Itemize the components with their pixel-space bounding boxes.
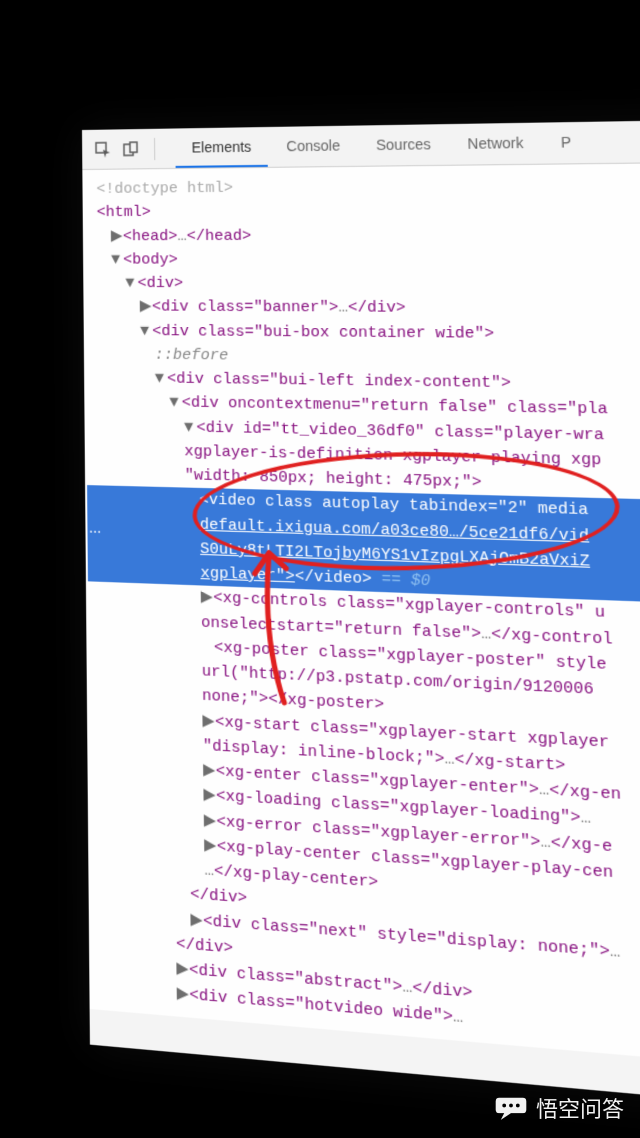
watermark-text: 悟空问答: [536, 1092, 624, 1124]
dom-node[interactable]: ▼<div>: [87, 272, 640, 298]
devtools-tabs: Elements Console Sources Network P: [175, 122, 589, 167]
tab-console[interactable]: Console: [270, 126, 358, 166]
collapse-arrow-icon[interactable]: ▼: [125, 272, 137, 296]
expand-arrow-icon[interactable]: ▶: [140, 295, 152, 319]
watermark: 悟空问答: [494, 1092, 624, 1124]
collapse-arrow-icon[interactable]: ▼: [140, 319, 152, 343]
collapse-arrow-icon[interactable]: ▼: [155, 367, 168, 391]
tab-network[interactable]: Network: [450, 123, 542, 164]
expand-arrow-icon[interactable]: ▶: [203, 783, 216, 809]
expand-arrow-icon[interactable]: ▶: [204, 808, 217, 834]
expand-arrow-icon[interactable]: ▶: [177, 982, 190, 1008]
collapse-arrow-icon[interactable]: ▼: [184, 415, 197, 439]
dom-node[interactable]: <!doctype html>: [86, 170, 640, 201]
tab-elements[interactable]: Elements: [175, 128, 268, 168]
tab-sources[interactable]: Sources: [359, 125, 449, 166]
expand-arrow-icon[interactable]: ▶: [204, 833, 217, 859]
collapse-arrow-icon[interactable]: ▼: [111, 248, 123, 272]
expand-arrow-icon[interactable]: ▶: [190, 907, 203, 933]
expand-arrow-icon[interactable]: ▶: [176, 957, 189, 983]
expand-arrow-icon[interactable]: ▶: [202, 709, 215, 734]
inspect-element-icon[interactable]: [92, 138, 114, 160]
dom-node[interactable]: ▼<body>: [87, 246, 640, 272]
device-toggle-icon[interactable]: [120, 138, 142, 160]
dom-node[interactable]: <html>: [87, 195, 640, 224]
expand-arrow-icon[interactable]: ▶: [201, 586, 214, 611]
devtools-window: Elements Console Sources Network P <!doc…: [82, 118, 640, 1116]
devtools-toolbar: Elements Console Sources Network P: [82, 118, 640, 170]
collapse-arrow-icon[interactable]: ▼: [169, 391, 182, 415]
expand-arrow-icon[interactable]: ▶: [203, 758, 216, 784]
expand-arrow-icon[interactable]: ▶: [111, 225, 123, 249]
toolbar-divider: [154, 137, 155, 159]
watermark-logo-icon: [494, 1094, 528, 1122]
dom-node[interactable]: ▶<head>…</head>: [87, 221, 640, 248]
dom-tree[interactable]: <!doctype html> <html> ▶<head>…</head> ▼…: [82, 161, 640, 1076]
tab-more[interactable]: P: [543, 122, 590, 163]
